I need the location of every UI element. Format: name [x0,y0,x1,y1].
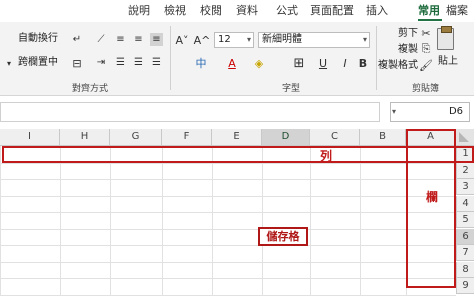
paste-button-label[interactable]: 貼上 [438,56,458,68]
tab-page-layout[interactable]: 頁面配置 [310,4,354,18]
tab-formulas[interactable]: 公式 [276,4,298,18]
gridline [0,278,456,279]
row-header-5[interactable]: 5 [456,212,474,228]
wrap-text-label[interactable]: 自動換行 [18,33,58,45]
formula-input[interactable] [0,102,380,122]
align-top-glyph: ≡ [152,34,161,45]
column-header-h[interactable]: H [60,129,110,146]
cell-annotation-label: 儲存格 [258,227,308,246]
align-center-icon[interactable]: ☰ [132,56,145,69]
tab-home[interactable]: 常用 [418,4,440,18]
gridline [110,146,111,296]
row-header-7[interactable]: 7 [456,245,474,261]
shrink-font-button[interactable]: A˅ [174,32,190,48]
cut-button-label[interactable]: 剪下 [398,28,418,40]
font-name-value: 新細明體 [262,34,302,45]
alignment-group-label: 對齊方式 [72,84,109,94]
borders-icon[interactable]: ⊞ [290,55,308,71]
underline-button[interactable]: U [316,55,330,71]
gridline [212,146,213,296]
tab-review[interactable]: 校閱 [200,4,222,18]
copy-icon[interactable]: ⎘ [420,42,432,55]
fill-color-icon[interactable]: ◈ [250,55,268,71]
font-size-value: 12 [218,34,231,45]
column-header-c[interactable]: C [310,129,360,146]
font-size-dropdown[interactable]: 12 ▾ [214,32,254,48]
format-painter-icon[interactable]: 🖌 [419,59,433,72]
align-right-icon[interactable]: ☰ [150,56,163,69]
cut-icon[interactable]: ✂ [420,27,432,40]
wrap-text-icon[interactable]: ↵ [70,32,84,46]
clipboard-group-label: 剪貼簿 [412,84,440,94]
gridline [0,261,456,263]
gridline [0,146,1,296]
ribbon-separator [170,26,171,90]
ribbon-tab-bar: 檔案 常用 插入 頁面配置 公式 資料 校閱 檢視 說明 [0,0,474,22]
chevron-down-icon[interactable]: ▾ [392,107,396,116]
align-bottom-icon[interactable]: ≡ [114,33,127,46]
font-color-icon[interactable]: A [224,55,240,71]
ribbon: 貼上 ✂ 剪下 ⎘ 複製 🖌 複製格式 剪貼簿 新細明體 ▾ 12 ▾ A^ A… [0,22,474,96]
row-highlight-box [2,146,474,163]
tab-insert[interactable]: 插入 [366,4,388,18]
orientation-icon[interactable]: ⟋ [94,33,108,46]
gridline [0,294,456,296]
phonetic-guide-button[interactable]: 中 [192,55,210,71]
gridline [360,146,361,296]
copy-button-label[interactable]: 複製 [398,44,418,56]
row-header-4[interactable]: 4 [456,195,474,212]
tab-data[interactable]: 資料 [236,4,258,18]
name-box[interactable]: D6 [390,102,470,122]
column-header-e[interactable]: E [212,129,262,146]
row-header-9[interactable]: 9 [456,278,474,294]
row-header-2[interactable]: 2 [456,162,474,179]
merge-center-label[interactable]: 跨欄置中 [18,57,58,69]
gridline [0,228,456,230]
column-header-g[interactable]: G [110,129,162,146]
align-middle-icon[interactable]: ≡ [132,33,145,46]
font-name-dropdown[interactable]: 新細明體 ▾ [258,32,370,48]
gridline [0,212,456,213]
gridline [262,146,263,296]
column-highlight-box [406,129,456,288]
column-header-b[interactable]: B [360,129,406,146]
column-header-i[interactable]: I [0,129,60,146]
row-header-6[interactable]: 6 [456,228,474,245]
chevron-down-icon: ▾ [246,35,251,44]
column-header-f[interactable]: F [162,129,212,146]
italic-button[interactable]: I [338,55,352,71]
gridline [0,245,456,246]
column-annotation-label: 欄 [425,190,438,204]
cell-grid[interactable] [0,146,456,296]
gridline [0,195,456,197]
select-all-corner[interactable] [456,129,474,146]
gridline [60,146,61,296]
gridline [0,179,456,180]
bold-button[interactable]: B [356,55,370,71]
font-group-label: 字型 [282,84,301,94]
row-annotation-label: 列 [319,149,332,163]
gridline [162,146,163,296]
formula-bar: D6 ▾ [0,100,474,124]
active-tab-indicator [418,19,442,21]
tab-view[interactable]: 檢視 [164,4,186,18]
align-left-icon[interactable]: ☰ [114,56,127,69]
column-header-d[interactable]: D [262,129,310,146]
row-header-3[interactable]: 3 [456,179,474,195]
tab-help[interactable]: 說明 [128,4,150,18]
tab-file[interactable]: 檔案 [446,4,468,18]
format-painter-label[interactable]: 複製格式 [378,60,418,72]
row-header-8[interactable]: 8 [456,261,474,278]
grow-font-button[interactable]: A^ [194,32,211,48]
gridline [310,146,311,296]
paste-icon[interactable] [437,26,454,50]
chevron-down-icon: ▾ [362,35,367,44]
chevron-down-icon[interactable]: ▾ [4,57,14,69]
ribbon-separator [376,26,377,90]
merge-center-icon[interactable]: ⊟ [70,56,84,70]
indent-icon[interactable]: ⇥ [94,56,108,69]
